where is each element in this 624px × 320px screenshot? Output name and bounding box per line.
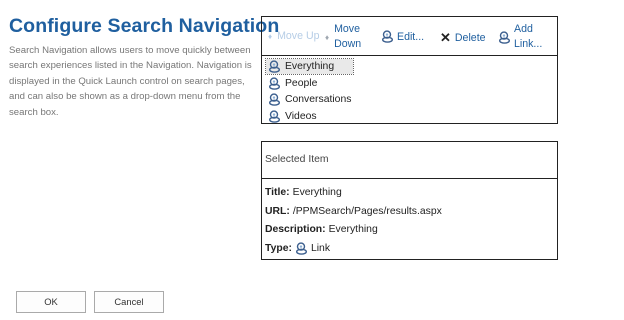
add-link-label-line1: Add — [514, 23, 533, 35]
link-icon — [382, 30, 393, 43]
delete-button[interactable]: ✕ Delete — [440, 30, 486, 46]
navigation-editor: ♦ Move Up ♦ Move Down Edit... ✕ Delete A… — [261, 16, 558, 124]
title-value: Everything — [292, 187, 342, 198]
title-label: Title: — [265, 187, 290, 198]
link-icon — [269, 76, 280, 90]
add-link-label-line2: Link... — [514, 38, 543, 50]
selected-url-row: URL: /PPMSearch/Pages/results.aspx — [265, 206, 442, 217]
move-up-label: Move Up — [277, 30, 320, 42]
selected-title-row: Title: Everything — [265, 187, 342, 198]
delete-label: Delete — [454, 32, 486, 44]
link-icon — [269, 60, 280, 73]
list-item-label: Videos — [285, 110, 317, 122]
cancel-button[interactable]: Cancel — [94, 291, 164, 313]
move-down-label-line1: Move — [334, 23, 360, 35]
ok-button[interactable]: OK — [16, 291, 86, 313]
arrow-down-icon: ♦ — [325, 32, 330, 42]
link-icon — [295, 242, 307, 255]
link-icon — [269, 93, 280, 106]
close-icon: ✕ — [440, 30, 451, 45]
navigation-toolbar: ♦ Move Up ♦ Move Down Edit... ✕ Delete A… — [262, 17, 557, 56]
page-title: Configure Search Navigation — [9, 15, 280, 37]
page-description: Search Navigation allows users to move q… — [9, 45, 252, 118]
url-label: URL: — [265, 206, 290, 217]
description-value: Everything — [328, 224, 378, 235]
move-down-label: Move Down — [334, 22, 361, 52]
list-item-label: Everything — [285, 61, 335, 72]
move-down-button[interactable]: ♦ Move Down — [325, 22, 361, 52]
selected-description-row: Description: Everything — [265, 224, 378, 235]
type-label: Type: — [265, 243, 292, 254]
selected-item-header: Selected Item — [262, 142, 557, 179]
add-link-button[interactable]: Add Link... — [498, 22, 542, 52]
list-item-label: People — [285, 77, 318, 89]
link-icon — [269, 109, 280, 123]
list-item-people[interactable]: People — [266, 76, 353, 91]
selected-type-row: Type: Link — [265, 242, 330, 255]
url-value: /PPMSearch/Pages/results.aspx — [292, 206, 442, 217]
list-item-videos[interactable]: Videos — [266, 109, 353, 124]
list-item-conversations[interactable]: Conversations — [266, 92, 353, 107]
move-up-button[interactable]: ♦ Move Up — [268, 30, 319, 42]
list-item-label: Conversations — [285, 94, 352, 105]
arrow-up-icon: ♦ — [268, 31, 273, 41]
list-item-everything[interactable]: Everything — [264, 58, 355, 75]
edit-label: Edit... — [397, 30, 425, 43]
description-label: Description: — [265, 224, 326, 235]
add-link-label: Add Link... — [514, 22, 542, 52]
navigation-list: Everything People Conversations Videos — [264, 58, 355, 125]
type-value: Link — [310, 243, 331, 254]
link-icon — [499, 30, 510, 44]
edit-button[interactable]: Edit... — [381, 30, 424, 43]
selected-item-panel: Selected Item Title: Everything URL: /PP… — [261, 141, 558, 260]
move-down-label-line2: Down — [334, 38, 362, 50]
